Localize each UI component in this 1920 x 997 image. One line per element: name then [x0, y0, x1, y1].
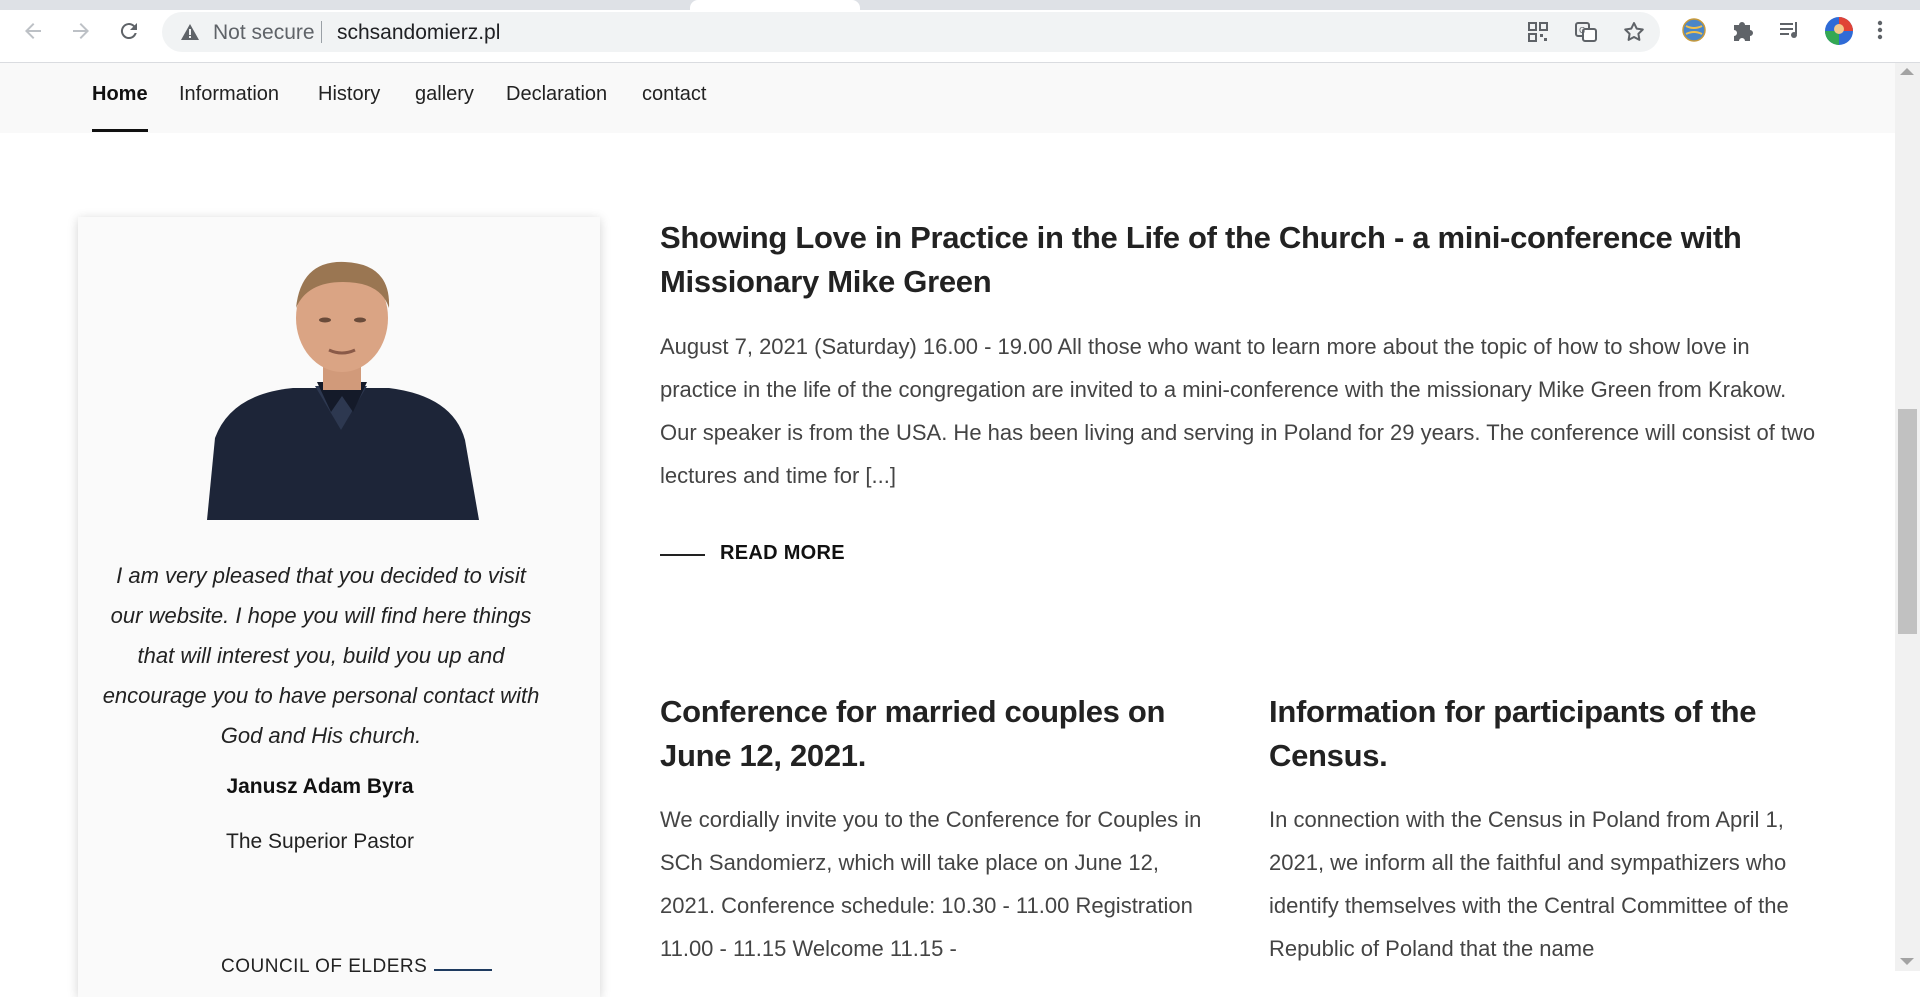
- read-more-line: [660, 554, 705, 556]
- extension-globe-icon[interactable]: [1680, 16, 1708, 44]
- security-label[interactable]: Not secure: [213, 21, 315, 45]
- nav-history[interactable]: History: [318, 83, 380, 106]
- scroll-up-arrow[interactable]: [1900, 68, 1914, 75]
- pastor-title: The Superior Pastor: [226, 830, 414, 853]
- omnibox-divider: [321, 21, 322, 43]
- council-of-elders-heading: COUNCIL OF ELDERS: [221, 956, 428, 977]
- scrollbar-thumb[interactable]: [1898, 409, 1917, 634]
- extensions-puzzle-icon[interactable]: [1728, 16, 1756, 44]
- site-navigation: Home Information History gallery Declara…: [0, 63, 1895, 133]
- qr-code-icon[interactable]: [1526, 20, 1550, 44]
- browser-menu-icon[interactable]: [1876, 16, 1904, 44]
- article-title-census[interactable]: Information for participants of the Cens…: [1269, 690, 1829, 778]
- forward-icon[interactable]: [66, 16, 96, 46]
- nav-gallery[interactable]: gallery: [415, 83, 474, 106]
- article-excerpt-couples-conference: We cordially invite you to the Conferenc…: [660, 807, 1202, 961]
- read-more-link[interactable]: READ MORE: [720, 542, 845, 565]
- media-queue-icon[interactable]: [1776, 16, 1804, 44]
- nav-home[interactable]: Home: [92, 83, 148, 132]
- pastor-name: Janusz Adam Byra: [226, 775, 414, 798]
- article-excerpt-census: In connection with the Census in Poland …: [1269, 807, 1789, 961]
- translate-icon[interactable]: G: [1574, 20, 1598, 44]
- url-text[interactable]: schsandomierz.pl: [337, 21, 500, 45]
- featured-article-excerpt: August 7, 2021 (Saturday) 16.00 - 19.00 …: [660, 334, 1816, 488]
- not-secure-warning-icon[interactable]: [180, 22, 200, 42]
- reload-icon[interactable]: [114, 16, 144, 46]
- nav-declaration[interactable]: Declaration: [506, 83, 607, 106]
- profile-avatar-icon[interactable]: [1824, 16, 1853, 45]
- active-tab[interactable]: [690, 0, 860, 10]
- tab-strip: [0, 0, 1920, 10]
- back-icon[interactable]: [18, 16, 48, 46]
- svg-text:G: G: [1579, 26, 1585, 35]
- bookmark-star-icon[interactable]: [1622, 20, 1646, 44]
- featured-article-title[interactable]: Showing Love in Practice in the Life of …: [660, 216, 1820, 304]
- scroll-down-arrow[interactable]: [1900, 958, 1914, 965]
- address-bar[interactable]: Not secure schsandomierz.pl G: [162, 12, 1660, 52]
- welcome-quote: I am very pleased that you decided to vi…: [102, 563, 540, 748]
- nav-contact[interactable]: contact: [642, 83, 706, 106]
- article-title-couples-conference[interactable]: Conference for married couples on June 1…: [660, 690, 1220, 778]
- nav-information[interactable]: Information: [179, 83, 279, 106]
- browser-toolbar: Not secure schsandomierz.pl G: [0, 0, 1920, 63]
- pastor-photo: [205, 260, 479, 520]
